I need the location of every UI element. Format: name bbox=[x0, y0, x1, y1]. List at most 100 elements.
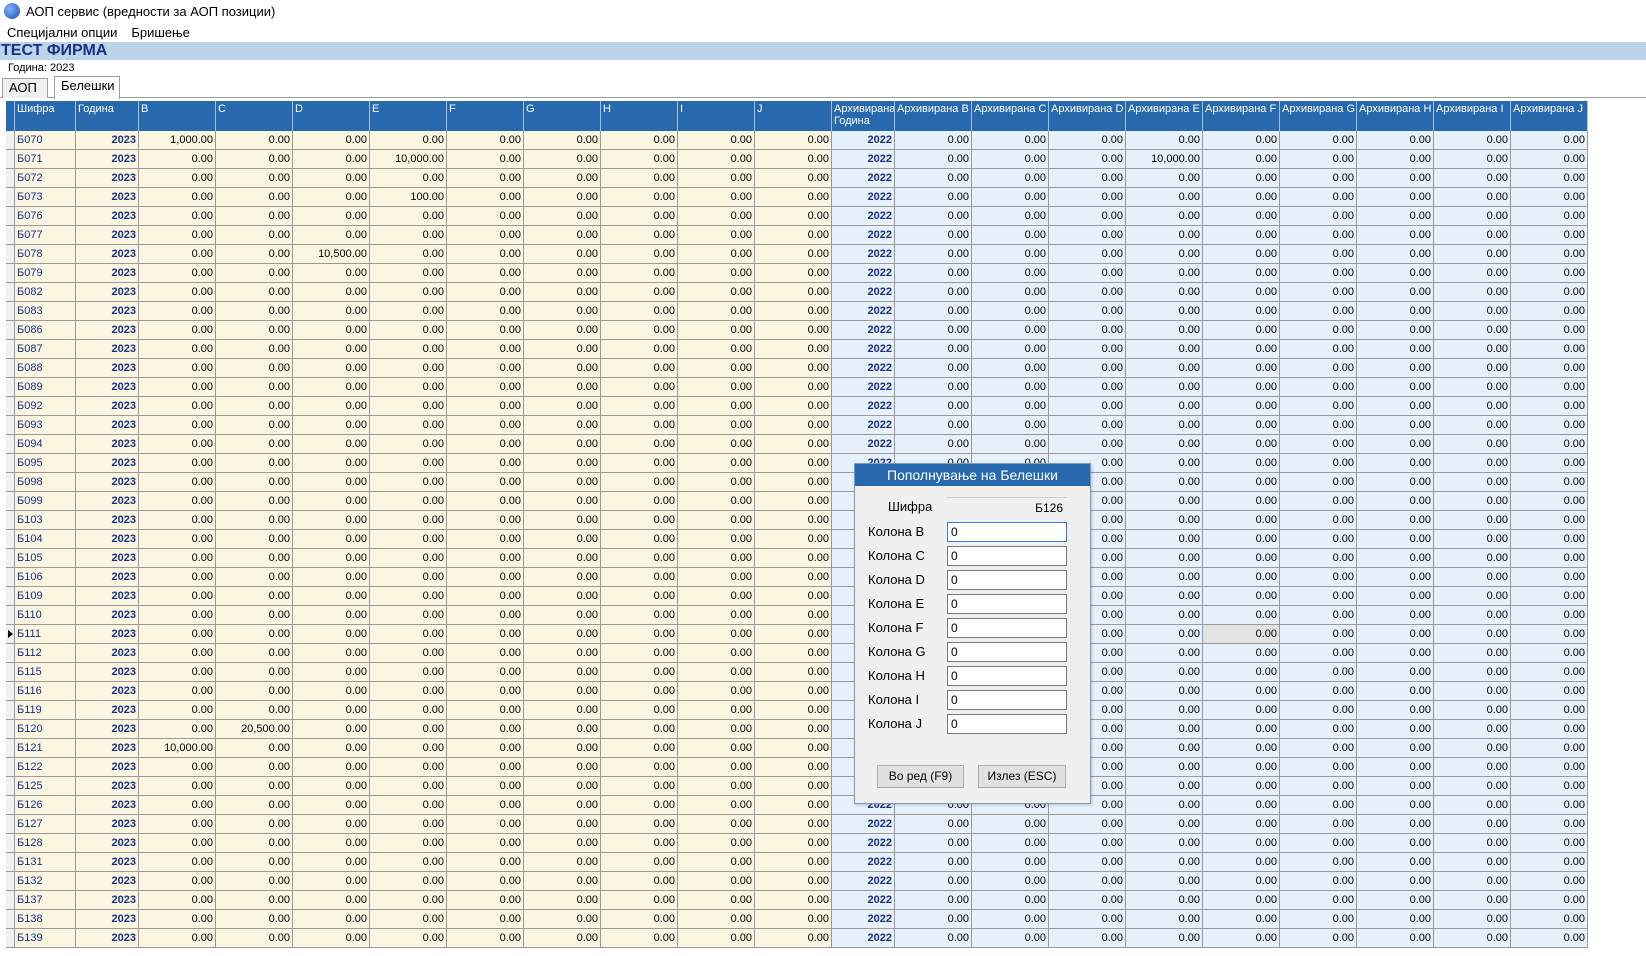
value-cell[interactable]: 0.00 bbox=[524, 340, 601, 359]
value-cell[interactable]: 0.00 bbox=[1434, 169, 1511, 188]
value-cell[interactable]: 1,000.00 bbox=[139, 131, 216, 150]
value-cell[interactable]: 0.00 bbox=[895, 150, 972, 169]
value-cell[interactable]: 2023 bbox=[76, 758, 139, 777]
value-cell[interactable]: 0.00 bbox=[216, 891, 293, 910]
value-cell[interactable]: 0.00 bbox=[293, 340, 370, 359]
table-row[interactable]: Б082 2023 0.00 0.00 0.00 0.00 0.00 0.00 0.00 0.00… bbox=[6, 283, 1646, 302]
code-cell[interactable]: Б119 bbox=[15, 701, 76, 720]
value-cell[interactable]: 0.00 bbox=[601, 340, 678, 359]
value-cell[interactable]: 0.00 bbox=[678, 568, 755, 587]
code-cell[interactable]: Б088 bbox=[15, 359, 76, 378]
row-selector[interactable] bbox=[6, 815, 15, 834]
value-cell[interactable]: 0.00 bbox=[755, 701, 832, 720]
row-selector[interactable] bbox=[6, 321, 15, 340]
value-cell[interactable]: 0.00 bbox=[524, 226, 601, 245]
value-cell[interactable]: 0.00 bbox=[1126, 549, 1203, 568]
value-cell[interactable]: 0.00 bbox=[1511, 682, 1588, 701]
value-cell[interactable]: 0.00 bbox=[216, 340, 293, 359]
value-cell[interactable]: 0.00 bbox=[1049, 207, 1126, 226]
value-cell[interactable]: 2023 bbox=[76, 492, 139, 511]
value-cell[interactable]: 0.00 bbox=[216, 644, 293, 663]
value-cell[interactable]: 0.00 bbox=[1049, 834, 1126, 853]
column-header[interactable]: Архивирана H bbox=[1357, 101, 1434, 131]
value-cell[interactable]: 0.00 bbox=[1049, 929, 1126, 948]
value-cell[interactable]: 0.00 bbox=[1203, 321, 1280, 340]
value-cell[interactable]: 0.00 bbox=[1511, 606, 1588, 625]
value-cell[interactable]: 0.00 bbox=[1434, 853, 1511, 872]
code-cell[interactable]: Б070 bbox=[15, 131, 76, 150]
value-cell[interactable]: 0.00 bbox=[524, 283, 601, 302]
value-cell[interactable]: 0.00 bbox=[524, 796, 601, 815]
value-cell[interactable]: 0.00 bbox=[1511, 188, 1588, 207]
row-selector[interactable] bbox=[6, 758, 15, 777]
value-cell[interactable]: 0.00 bbox=[678, 340, 755, 359]
value-cell[interactable]: 0.00 bbox=[601, 815, 678, 834]
value-cell[interactable]: 0.00 bbox=[1203, 758, 1280, 777]
value-cell[interactable]: 2023 bbox=[76, 511, 139, 530]
value-cell[interactable]: 0.00 bbox=[370, 283, 447, 302]
value-cell[interactable]: 0.00 bbox=[1203, 549, 1280, 568]
value-cell[interactable]: 0.00 bbox=[293, 378, 370, 397]
value-cell[interactable]: 0.00 bbox=[1357, 720, 1434, 739]
value-cell[interactable]: 0.00 bbox=[1357, 739, 1434, 758]
code-cell[interactable]: Б083 bbox=[15, 302, 76, 321]
value-cell[interactable]: 0.00 bbox=[524, 815, 601, 834]
value-cell[interactable]: 2023 bbox=[76, 891, 139, 910]
value-cell[interactable]: 0.00 bbox=[139, 891, 216, 910]
value-cell[interactable]: 0.00 bbox=[370, 701, 447, 720]
value-cell[interactable]: 0.00 bbox=[370, 416, 447, 435]
value-cell[interactable]: 0.00 bbox=[601, 530, 678, 549]
value-cell[interactable]: 0.00 bbox=[216, 910, 293, 929]
row-selector[interactable] bbox=[6, 701, 15, 720]
value-cell[interactable]: 2023 bbox=[76, 378, 139, 397]
value-cell[interactable]: 0.00 bbox=[1203, 245, 1280, 264]
value-cell[interactable]: 0.00 bbox=[1126, 929, 1203, 948]
value-cell[interactable]: 0.00 bbox=[678, 682, 755, 701]
value-cell[interactable]: 0.00 bbox=[1280, 929, 1357, 948]
value-cell[interactable]: 0.00 bbox=[1357, 929, 1434, 948]
value-cell[interactable]: 0.00 bbox=[678, 929, 755, 948]
value-cell[interactable]: 0.00 bbox=[293, 796, 370, 815]
value-cell[interactable]: 0.00 bbox=[1357, 454, 1434, 473]
value-cell[interactable]: 0.00 bbox=[1511, 492, 1588, 511]
value-cell[interactable]: 0.00 bbox=[678, 701, 755, 720]
value-cell[interactable]: 0.00 bbox=[524, 169, 601, 188]
value-cell[interactable]: 0.00 bbox=[370, 606, 447, 625]
value-cell[interactable]: 0.00 bbox=[601, 663, 678, 682]
value-cell[interactable]: 0.00 bbox=[524, 245, 601, 264]
value-cell[interactable]: 0.00 bbox=[293, 720, 370, 739]
value-cell[interactable]: 0.00 bbox=[1357, 644, 1434, 663]
value-cell[interactable]: 0.00 bbox=[139, 245, 216, 264]
column-header[interactable]: Архивирана B bbox=[895, 101, 972, 131]
value-cell[interactable]: 0.00 bbox=[293, 397, 370, 416]
value-cell[interactable]: 0.00 bbox=[1126, 226, 1203, 245]
value-cell[interactable]: 0.00 bbox=[755, 739, 832, 758]
value-cell[interactable]: 0.00 bbox=[1511, 910, 1588, 929]
tab-aop[interactable]: АОП bbox=[2, 78, 48, 98]
value-cell[interactable]: 0.00 bbox=[370, 853, 447, 872]
value-cell[interactable]: 0.00 bbox=[1203, 188, 1280, 207]
value-cell[interactable]: 0.00 bbox=[370, 796, 447, 815]
value-cell[interactable]: 0.00 bbox=[139, 359, 216, 378]
value-cell[interactable]: 0.00 bbox=[1203, 302, 1280, 321]
value-cell[interactable]: 0.00 bbox=[895, 378, 972, 397]
value-cell[interactable]: 0.00 bbox=[1049, 321, 1126, 340]
value-cell[interactable]: 0.00 bbox=[1203, 283, 1280, 302]
value-cell[interactable]: 0.00 bbox=[1126, 796, 1203, 815]
value-cell[interactable]: 0.00 bbox=[1511, 264, 1588, 283]
row-selector[interactable] bbox=[6, 188, 15, 207]
value-cell[interactable]: 0.00 bbox=[370, 891, 447, 910]
value-cell[interactable]: 0.00 bbox=[1357, 169, 1434, 188]
value-cell[interactable]: 0.00 bbox=[1126, 302, 1203, 321]
value-cell[interactable]: 2022 bbox=[832, 340, 895, 359]
value-cell[interactable]: 2023 bbox=[76, 245, 139, 264]
value-cell[interactable]: 0.00 bbox=[1126, 321, 1203, 340]
value-cell[interactable]: 0.00 bbox=[1126, 568, 1203, 587]
value-cell[interactable]: 0.00 bbox=[524, 511, 601, 530]
value-cell[interactable]: 0.00 bbox=[447, 264, 524, 283]
value-cell[interactable]: 0.00 bbox=[370, 397, 447, 416]
value-cell[interactable]: 2023 bbox=[76, 606, 139, 625]
value-cell[interactable]: 0.00 bbox=[1511, 872, 1588, 891]
value-cell[interactable]: 0.00 bbox=[370, 777, 447, 796]
code-cell[interactable]: Б094 bbox=[15, 435, 76, 454]
